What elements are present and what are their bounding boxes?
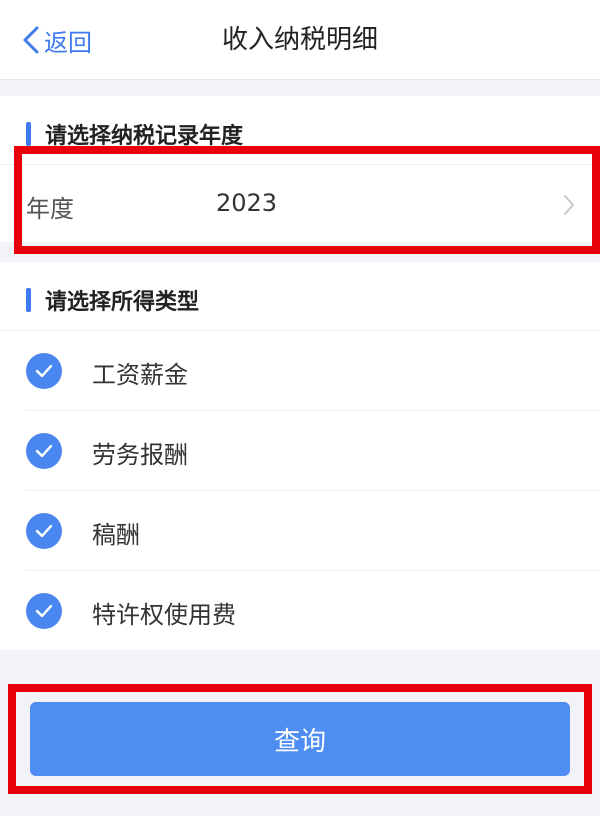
income-type-item-franchise[interactable]: 特许权使用费 — [26, 570, 600, 650]
income-type-label: 稿酬 — [92, 521, 140, 549]
checkbox-checked-icon[interactable] — [26, 593, 62, 629]
nav-bar: 返回 收入纳税明细 — [0, 0, 600, 80]
type-section-title: 请选择所得类型 — [45, 290, 200, 315]
income-type-item-royalty[interactable]: 稿酬 — [26, 490, 600, 570]
checkbox-checked-icon[interactable] — [26, 433, 62, 469]
checkmark-icon — [35, 604, 53, 618]
year-section: 请选择纳税记录年度 年度 2023 — [0, 96, 600, 242]
income-type-label: 劳务报酬 — [92, 441, 188, 469]
checkbox-checked-icon[interactable] — [26, 513, 62, 549]
checkbox-checked-icon[interactable] — [26, 353, 62, 389]
income-type-section: 请选择所得类型 工资薪金 劳务报酬 稿酬 特许权使用费 — [0, 262, 600, 650]
section-accent-bar — [26, 288, 31, 312]
checkmark-icon — [35, 444, 53, 458]
income-type-label: 工资薪金 — [92, 361, 188, 389]
chevron-right-icon — [564, 195, 574, 215]
income-type-item-labor[interactable]: 劳务报酬 — [26, 410, 600, 490]
year-value: 2023 — [216, 189, 278, 217]
income-type-label: 特许权使用费 — [92, 601, 236, 629]
checkmark-icon — [35, 364, 53, 378]
year-selector[interactable]: 年度 2023 — [0, 164, 600, 244]
income-type-item-salary[interactable]: 工资薪金 — [0, 330, 600, 410]
checkmark-icon — [35, 524, 53, 538]
page: 返回 收入纳税明细 请选择纳税记录年度 年度 2023 请选择所得类型 工资薪金 — [0, 0, 600, 816]
year-section-title: 请选择纳税记录年度 — [45, 124, 244, 149]
type-section-header: 请选择所得类型 — [26, 284, 199, 316]
query-button[interactable]: 查询 — [30, 702, 570, 776]
page-title: 收入纳税明细 — [221, 25, 378, 55]
section-accent-bar — [26, 122, 31, 146]
year-section-header: 请选择纳税记录年度 — [26, 118, 243, 150]
year-label: 年度 — [26, 195, 74, 223]
